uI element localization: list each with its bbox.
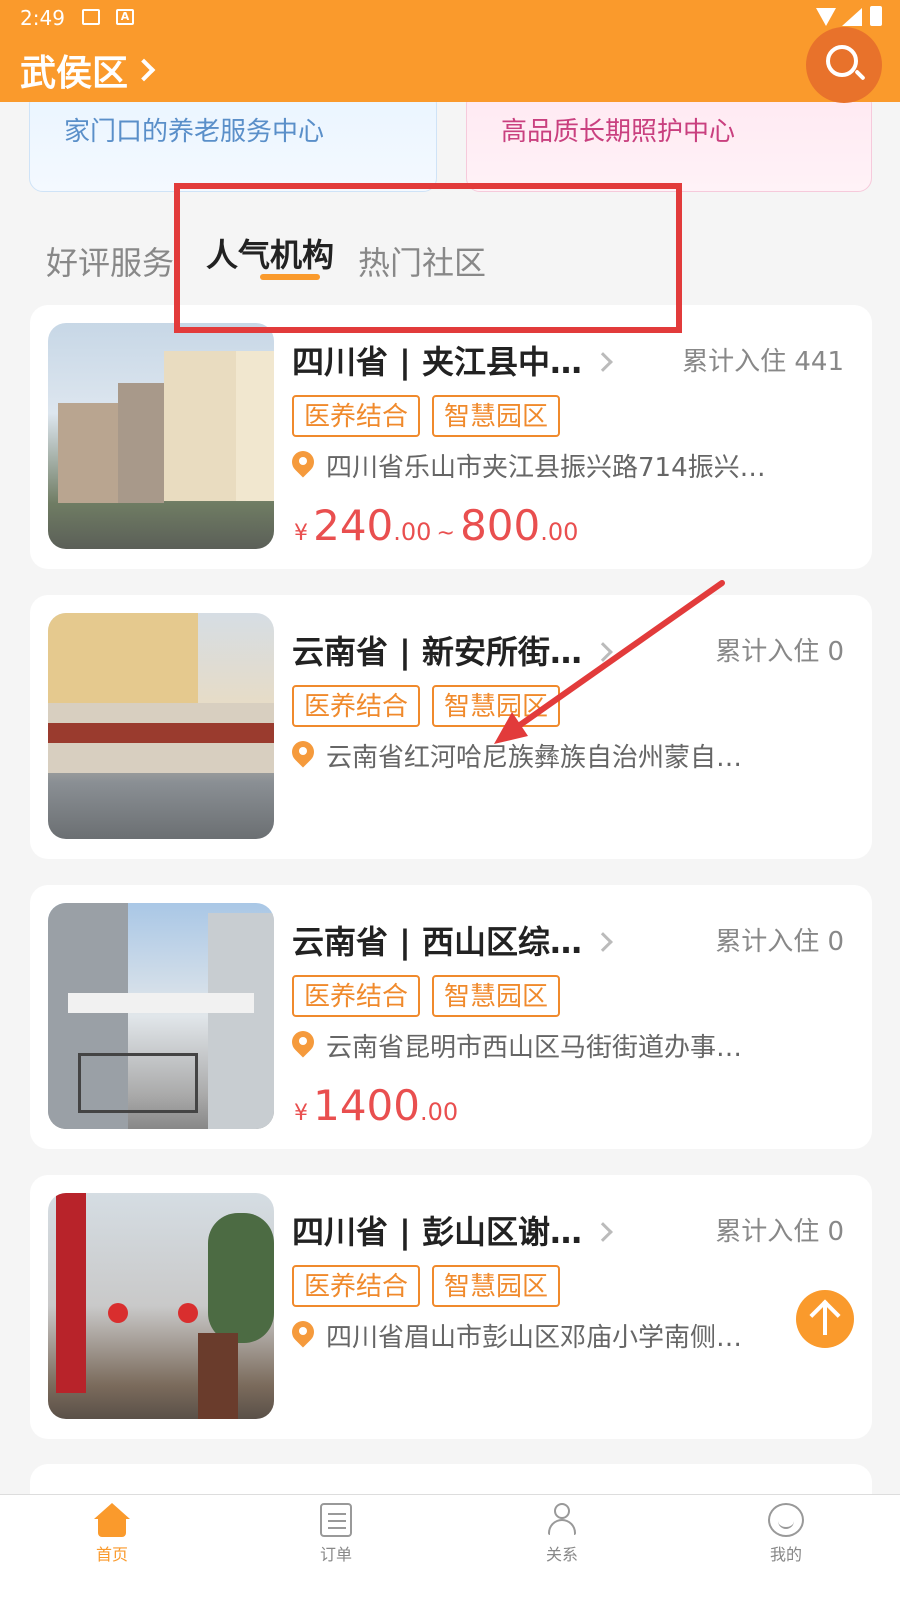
tag: 智慧园区: [432, 1265, 561, 1307]
location-pin-icon: [287, 735, 319, 771]
search-button[interactable]: [806, 27, 882, 103]
app-screen: 2:49 A 武侯区 家门口的养老服务中心 高品质长期照护中心 好评服务 人气机…: [0, 0, 900, 1600]
address-row: 四川省乐山市夹江县振兴路714振兴…: [287, 445, 766, 484]
nav-orders[interactable]: 订单: [276, 1503, 396, 1565]
address-text: 四川省眉山市彭山区邓庙小学南侧…: [326, 1323, 743, 1353]
nav-label: 首页: [95, 1545, 128, 1564]
tab-good-reviews[interactable]: 好评服务: [46, 238, 174, 284]
tag-list: 医养结合 智慧园区: [292, 395, 561, 437]
cumulative-stays: 累计入住 441: [682, 347, 844, 377]
active-tab-indicator: [260, 274, 320, 280]
tag: 智慧园区: [432, 975, 561, 1017]
chevron-right-icon: [593, 932, 613, 952]
tab-popular-institutions[interactable]: 人气机构: [206, 230, 334, 276]
institution-photo: [48, 323, 274, 549]
location-pin-icon: [287, 1025, 319, 1061]
institution-photo: [48, 903, 274, 1129]
tag: 智慧园区: [432, 395, 561, 437]
tag: 智慧园区: [432, 685, 561, 727]
home-icon: [94, 1503, 130, 1537]
cumulative-stays: 累计入住 0: [715, 637, 844, 667]
scroll-to-top-button[interactable]: [796, 1290, 854, 1348]
top-header: 2:49 A 武侯区: [0, 0, 900, 103]
chevron-right-icon: [132, 58, 156, 82]
cumulative-stays: 累计入住 0: [715, 927, 844, 957]
order-icon: [320, 1503, 352, 1537]
address-text: 四川省乐山市夹江县振兴路714振兴…: [326, 453, 766, 483]
category-tabs: 好评服务 人气机构 热门社区: [0, 222, 900, 292]
tag-list: 医养结合 智慧园区: [292, 975, 561, 1017]
price: ¥ 1400.00: [294, 1081, 459, 1130]
status-bar: 2:49 A: [0, 0, 900, 34]
cumulative-stays: 累计入住 0: [715, 1217, 844, 1247]
location-pin-icon: [287, 445, 319, 481]
institution-name: 云南省 | 西山区综…: [292, 923, 582, 961]
address-text: 云南省昆明市西山区马街街道办事…: [326, 1033, 743, 1063]
institution-card[interactable]: 四川省 | 彭山区谢… 累计入住 0 医养结合 智慧园区 四川省眉山市彭山区邓庙…: [30, 1175, 872, 1439]
tag: 医养结合: [292, 685, 421, 727]
location-label: 武侯区: [20, 53, 129, 94]
nav-label: 订单: [319, 1545, 352, 1564]
battery-icon: [870, 6, 882, 26]
tab-hot-communities[interactable]: 热门社区: [358, 238, 486, 284]
institution-photo: [48, 613, 274, 839]
tag: 医养结合: [292, 395, 421, 437]
banner-community-center[interactable]: 家门口的养老服务中心: [29, 90, 437, 192]
tag-list: 医养结合 智慧园区: [292, 685, 561, 727]
address-row: 四川省眉山市彭山区邓庙小学南侧…: [287, 1315, 743, 1354]
location-pin-icon: [287, 1315, 319, 1351]
address-row: 云南省昆明市西山区马街街道办事…: [287, 1025, 743, 1064]
status-time: 2:49: [20, 6, 65, 30]
chevron-right-icon: [593, 642, 613, 662]
a-notification-icon: A: [116, 9, 134, 25]
profile-icon: [768, 1503, 804, 1537]
price-range: ¥ 240.00 ~ 800.00: [294, 501, 579, 550]
nav-relations[interactable]: 关系: [502, 1503, 622, 1565]
signal-icon: [842, 8, 862, 26]
wifi-icon: [816, 8, 836, 26]
nav-home[interactable]: 首页: [52, 1503, 172, 1565]
institution-photo: [48, 1193, 274, 1419]
tag: 医养结合: [292, 1265, 421, 1307]
nav-label: 关系: [545, 1545, 578, 1564]
address-row: 云南省红河哈尼族彝族自治州蒙自…: [287, 735, 743, 774]
banner-label: 高品质长期照护中心: [501, 117, 736, 147]
bottom-navigation: 首页 订单 关系 我的: [0, 1494, 900, 1600]
banner-long-term-care[interactable]: 高品质长期照护中心: [466, 90, 872, 192]
location-selector[interactable]: 武侯区: [20, 44, 156, 96]
relation-icon: [544, 1503, 580, 1537]
tag: 医养结合: [292, 975, 421, 1017]
institution-name: 四川省 | 彭山区谢…: [292, 1213, 582, 1251]
address-text: 云南省红河哈尼族彝族自治州蒙自…: [326, 743, 743, 773]
nav-label: 我的: [769, 1545, 802, 1564]
banner-label: 家门口的养老服务中心: [64, 117, 325, 147]
tag-list: 医养结合 智慧园区: [292, 1265, 561, 1307]
chevron-right-icon: [593, 1222, 613, 1242]
institution-card[interactable]: 云南省 | 西山区综… 累计入住 0 医养结合 智慧园区 云南省昆明市西山区马街…: [30, 885, 872, 1149]
search-icon: [826, 45, 858, 77]
image-notification-icon: [82, 9, 100, 25]
nav-profile[interactable]: 我的: [726, 1503, 846, 1565]
chevron-right-icon: [593, 352, 613, 372]
institution-name: 云南省 | 新安所街…: [292, 633, 582, 671]
institution-name: 四川省 | 夹江县中…: [292, 343, 582, 381]
institution-card[interactable]: 四川省 | 夹江县中… 累计入住 441 医养结合 智慧园区 四川省乐山市夹江县…: [30, 305, 872, 569]
institution-card[interactable]: 云南省 | 新安所街… 累计入住 0 医养结合 智慧园区 云南省红河哈尼族彝族自…: [30, 595, 872, 859]
